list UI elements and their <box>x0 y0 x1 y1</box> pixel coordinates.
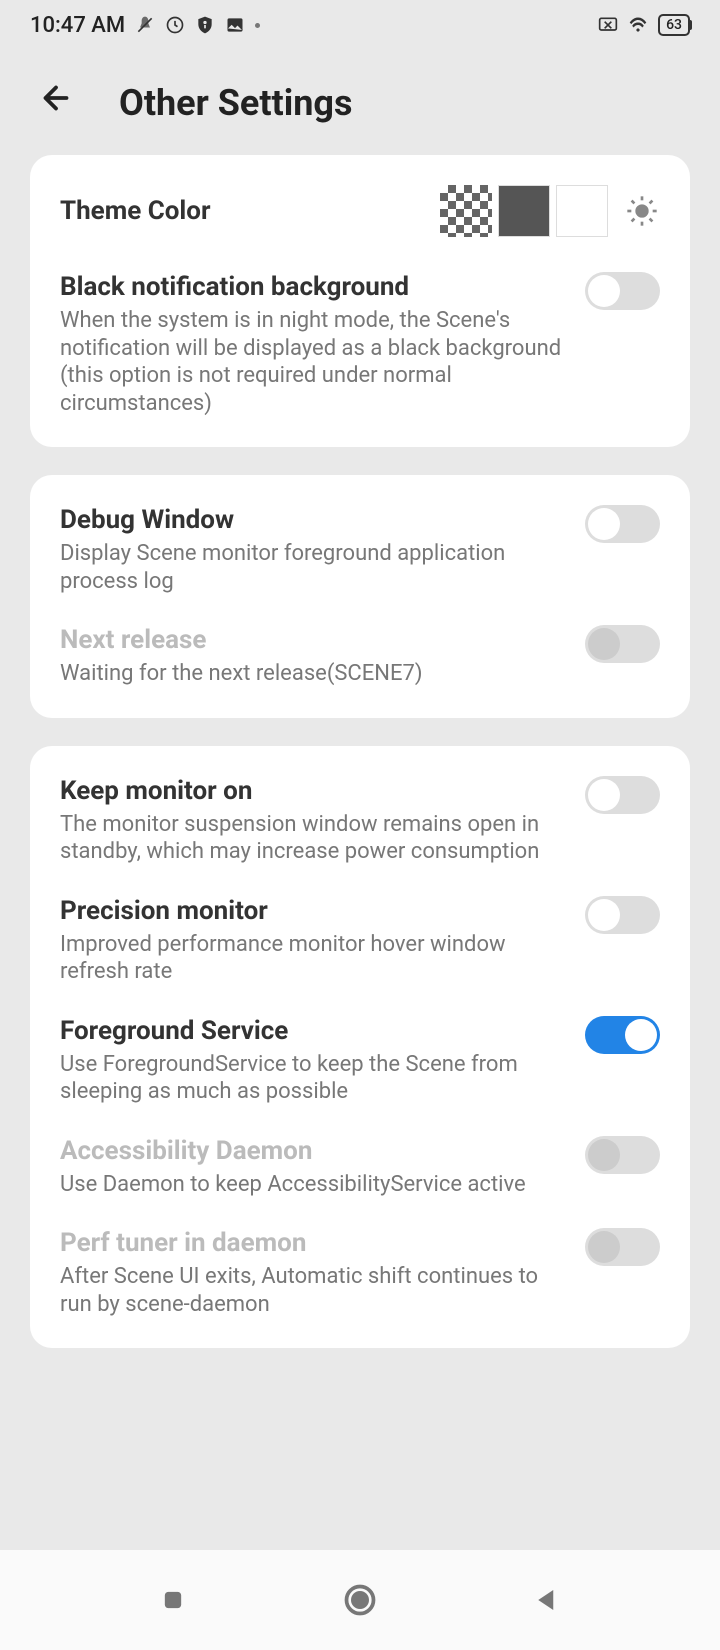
black-notif-desc: When the system is in night mode, the Sc… <box>60 307 565 417</box>
precision-monitor-title: Precision monitor <box>60 896 565 926</box>
keep-monitor-title: Keep monitor on <box>60 776 565 806</box>
next-release-title: Next release <box>60 625 565 655</box>
theme-light-swatch[interactable] <box>556 185 608 237</box>
status-time: 10:47 AM <box>30 13 125 38</box>
status-bar: 10:47 AM 63 <box>0 0 720 50</box>
monitor-card: Keep monitor on The monitor suspension w… <box>30 746 690 1349</box>
accessibility-daemon-toggle <box>585 1136 660 1174</box>
foreground-service-desc: Use ForegroundService to keep the Scene … <box>60 1051 565 1106</box>
debug-window-desc: Display Scene monitor foreground applica… <box>60 540 565 595</box>
black-notif-title: Black notification background <box>60 272 565 302</box>
recents-button[interactable] <box>153 1580 193 1620</box>
header: Other Settings <box>0 50 720 155</box>
theme-auto-swatch[interactable] <box>440 185 492 237</box>
precision-monitor-toggle[interactable] <box>585 896 660 934</box>
black-notif-toggle[interactable] <box>585 272 660 310</box>
theme-color-label: Theme Color <box>60 196 211 226</box>
image-icon <box>225 15 245 35</box>
accessibility-daemon-desc: Use Daemon to keep AccessibilityService … <box>60 1171 565 1199</box>
foreground-service-toggle[interactable] <box>585 1016 660 1054</box>
wifi-icon <box>628 15 648 35</box>
keep-monitor-desc: The monitor suspension window remains op… <box>60 811 565 866</box>
foreground-service-title: Foreground Service <box>60 1016 565 1046</box>
accessibility-daemon-title: Accessibility Daemon <box>60 1136 565 1166</box>
debug-window-title: Debug Window <box>60 505 565 535</box>
mute-icon <box>135 15 155 35</box>
next-release-toggle <box>585 625 660 663</box>
navigation-bar <box>0 1550 720 1650</box>
theme-dark-swatch[interactable] <box>498 185 550 237</box>
perf-tuner-title: Perf tuner in daemon <box>60 1228 565 1258</box>
brightness-icon[interactable] <box>624 193 660 229</box>
home-button[interactable] <box>340 1580 380 1620</box>
clock-icon <box>165 15 185 35</box>
back-nav-button[interactable] <box>527 1580 567 1620</box>
back-button[interactable] <box>38 80 74 125</box>
keep-monitor-toggle[interactable] <box>585 776 660 814</box>
precision-monitor-desc: Improved performance monitor hover windo… <box>60 931 565 986</box>
perf-tuner-desc: After Scene UI exits, Automatic shift co… <box>60 1263 565 1318</box>
more-dot-icon <box>255 23 260 28</box>
page-title: Other Settings <box>119 82 352 124</box>
cast-icon <box>598 15 618 35</box>
perf-tuner-toggle <box>585 1228 660 1266</box>
shield-icon <box>195 15 215 35</box>
theme-card: Theme Color Black notification backgroun… <box>30 155 690 447</box>
debug-card: Debug Window Display Scene monitor foreg… <box>30 475 690 718</box>
battery-indicator: 63 <box>658 14 690 36</box>
debug-window-toggle[interactable] <box>585 505 660 543</box>
next-release-desc: Waiting for the next release(SCENE7) <box>60 660 565 688</box>
